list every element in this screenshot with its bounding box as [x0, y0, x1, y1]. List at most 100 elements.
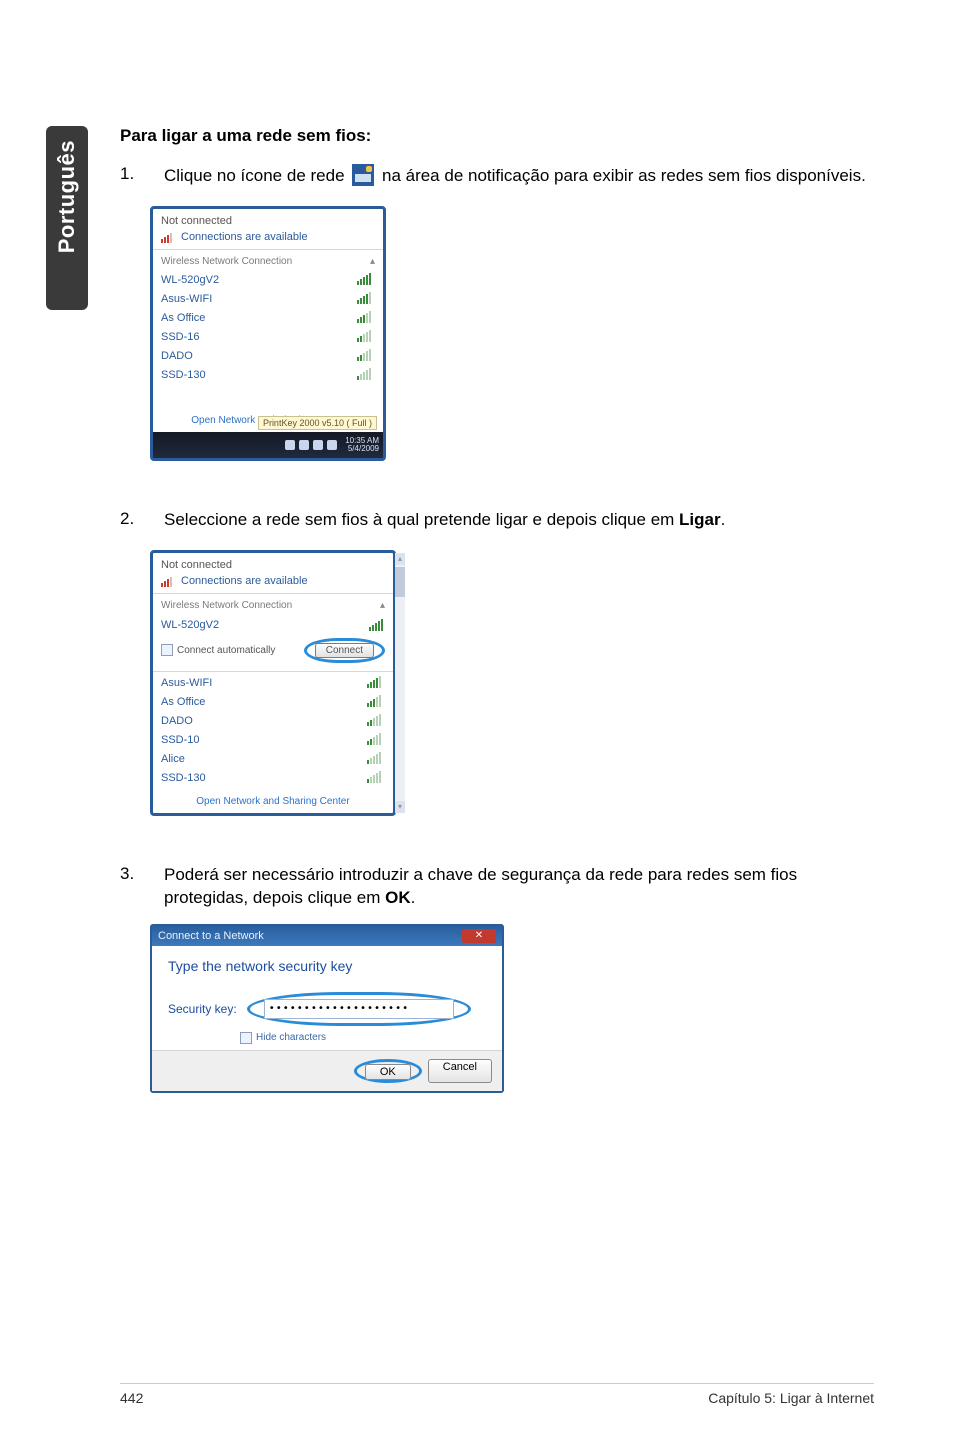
network-item[interactable]: DADO [153, 347, 383, 366]
network-name: Alice [161, 753, 185, 765]
network-item[interactable]: Asus-WIFI [153, 674, 393, 693]
chapter-label: Capítulo 5: Ligar à Internet [708, 1390, 874, 1406]
network-item[interactable]: SSD-16 [153, 328, 383, 347]
network-name: SSD-130 [161, 772, 206, 784]
network-item[interactable]: SSD-10 [153, 731, 393, 750]
flyout-status: Not connected [161, 215, 375, 227]
step1-text-b: na área de notificação para exibir as re… [382, 166, 866, 185]
page-footer: 442 Capítulo 5: Ligar à Internet [120, 1383, 874, 1406]
network-flyout-connect: ▴ ▾ Not connected Connections are availa… [150, 550, 396, 816]
network-name: SSD-130 [161, 369, 206, 381]
close-icon: ✕ [475, 931, 483, 941]
step-text: Poderá ser necessário introduzir a chave… [164, 864, 874, 910]
network-name: SSD-16 [161, 331, 200, 343]
highlight-ellipse: Connect [304, 638, 385, 663]
signal-icon [357, 349, 375, 364]
network-name: Asus-WIFI [161, 677, 212, 689]
signal-icon [357, 311, 375, 326]
network-item[interactable]: DADO [153, 712, 393, 731]
step2-text-b: . [721, 510, 726, 529]
language-tab-label: Português [54, 140, 80, 253]
network-item[interactable]: WL-520gV2 [153, 271, 383, 290]
network-name: DADO [161, 715, 193, 727]
connect-auto-checkbox[interactable] [161, 644, 173, 656]
dialog-prompt: Type the network security key [168, 958, 486, 974]
step2-text-a: Seleccione a rede sem fios à qual preten… [164, 510, 679, 529]
step3-text-a: Poderá ser necessário introduzir a chave… [164, 865, 797, 907]
security-key-label: Security key: [168, 1002, 237, 1016]
network-tray-icon [352, 164, 374, 186]
flyout-available-label: Connections are available [181, 575, 308, 587]
signal-icon [367, 695, 385, 710]
flyout-status: Not connected [161, 559, 385, 571]
flyout-list-header: Wireless Network Connection [161, 256, 292, 267]
dialog-title: Connect to a Network [158, 930, 264, 942]
taskbar: PrintKey 2000 v5.10 ( Full ) 10:35 AM 5/… [153, 432, 383, 458]
tooltip: PrintKey 2000 v5.10 ( Full ) [258, 416, 377, 430]
open-network-center-link[interactable]: Open Network and Sharing Center [153, 788, 393, 813]
network-name: DADO [161, 350, 193, 362]
tray-icon [299, 440, 309, 450]
network-name: As Office [161, 696, 205, 708]
highlight-ellipse: OK [354, 1059, 422, 1083]
network-name: SSD-10 [161, 734, 200, 746]
step-text: Seleccione a rede sem fios à qual preten… [164, 509, 874, 532]
chevron-up-icon: ▴ [370, 256, 375, 267]
signal-icon [357, 368, 375, 383]
flyout-list-header: Wireless Network Connection [161, 600, 292, 611]
step1-text-a: Clique no ícone de rede [164, 166, 349, 185]
page-number: 442 [120, 1390, 143, 1406]
signal-icon [367, 676, 385, 691]
ok-button[interactable]: OK [365, 1064, 411, 1080]
network-name: As Office [161, 312, 205, 324]
selected-network[interactable]: WL-520gV2 Connect automatically Connect [153, 615, 393, 669]
selected-network-name: WL-520gV2 [161, 619, 219, 634]
step-number: 2. [120, 509, 164, 529]
scroll-up-icon[interactable]: ▴ [395, 553, 405, 565]
network-item[interactable]: Asus-WIFI [153, 290, 383, 309]
signal-icon [357, 273, 375, 288]
network-item[interactable]: SSD-130 [153, 366, 383, 385]
step-1: 1. Clique no ícone de rede na área de no… [120, 164, 874, 188]
scroll-thumb[interactable] [395, 567, 405, 597]
step2-bold: Ligar [679, 510, 721, 529]
network-item[interactable]: As Office [153, 309, 383, 328]
network-item[interactable]: SSD-130 [153, 769, 393, 788]
flyout-available-label: Connections are available [181, 231, 308, 243]
scrollbar[interactable]: ▴ ▾ [395, 553, 405, 813]
network-name: WL-520gV2 [161, 274, 219, 286]
tray-icon [285, 440, 295, 450]
step-number: 3. [120, 864, 164, 884]
main-content: Para ligar a uma rede sem fios: 1. Cliqu… [120, 126, 874, 1093]
network-item[interactable]: As Office [153, 693, 393, 712]
section-heading: Para ligar a uma rede sem fios: [120, 126, 874, 146]
highlight-ellipse: •••••••••••••••••••• [247, 992, 471, 1026]
taskbar-date: 5/4/2009 [345, 445, 379, 453]
signal-icon [367, 733, 385, 748]
signal-icon [367, 714, 385, 729]
security-key-input[interactable]: •••••••••••••••••••• [264, 999, 454, 1019]
step-text: Clique no ícone de rede na área de notif… [164, 164, 874, 188]
network-name: Asus-WIFI [161, 293, 212, 305]
scroll-down-icon[interactable]: ▾ [395, 801, 405, 813]
connect-button[interactable]: Connect [315, 643, 374, 658]
signal-icon [367, 771, 385, 786]
close-button[interactable]: ✕ [462, 929, 496, 943]
signal-icon [161, 575, 175, 587]
step-number: 1. [120, 164, 164, 184]
network-item[interactable]: Alice [153, 750, 393, 769]
signal-icon [367, 752, 385, 767]
hide-characters-checkbox[interactable] [240, 1032, 252, 1044]
cancel-button[interactable]: Cancel [428, 1059, 492, 1083]
connect-auto-label: Connect automatically [177, 645, 275, 656]
security-key-dialog: Connect to a Network ✕ Type the network … [150, 924, 504, 1093]
signal-icon [369, 619, 385, 634]
chevron-up-icon: ▴ [380, 600, 385, 611]
step3-text-b: . [411, 888, 416, 907]
signal-icon [161, 231, 175, 243]
signal-icon [357, 330, 375, 345]
signal-icon [357, 292, 375, 307]
tray-icon [327, 440, 337, 450]
hide-characters-label: Hide characters [256, 1032, 326, 1043]
step-3: 3. Poderá ser necessário introduzir a ch… [120, 864, 874, 910]
